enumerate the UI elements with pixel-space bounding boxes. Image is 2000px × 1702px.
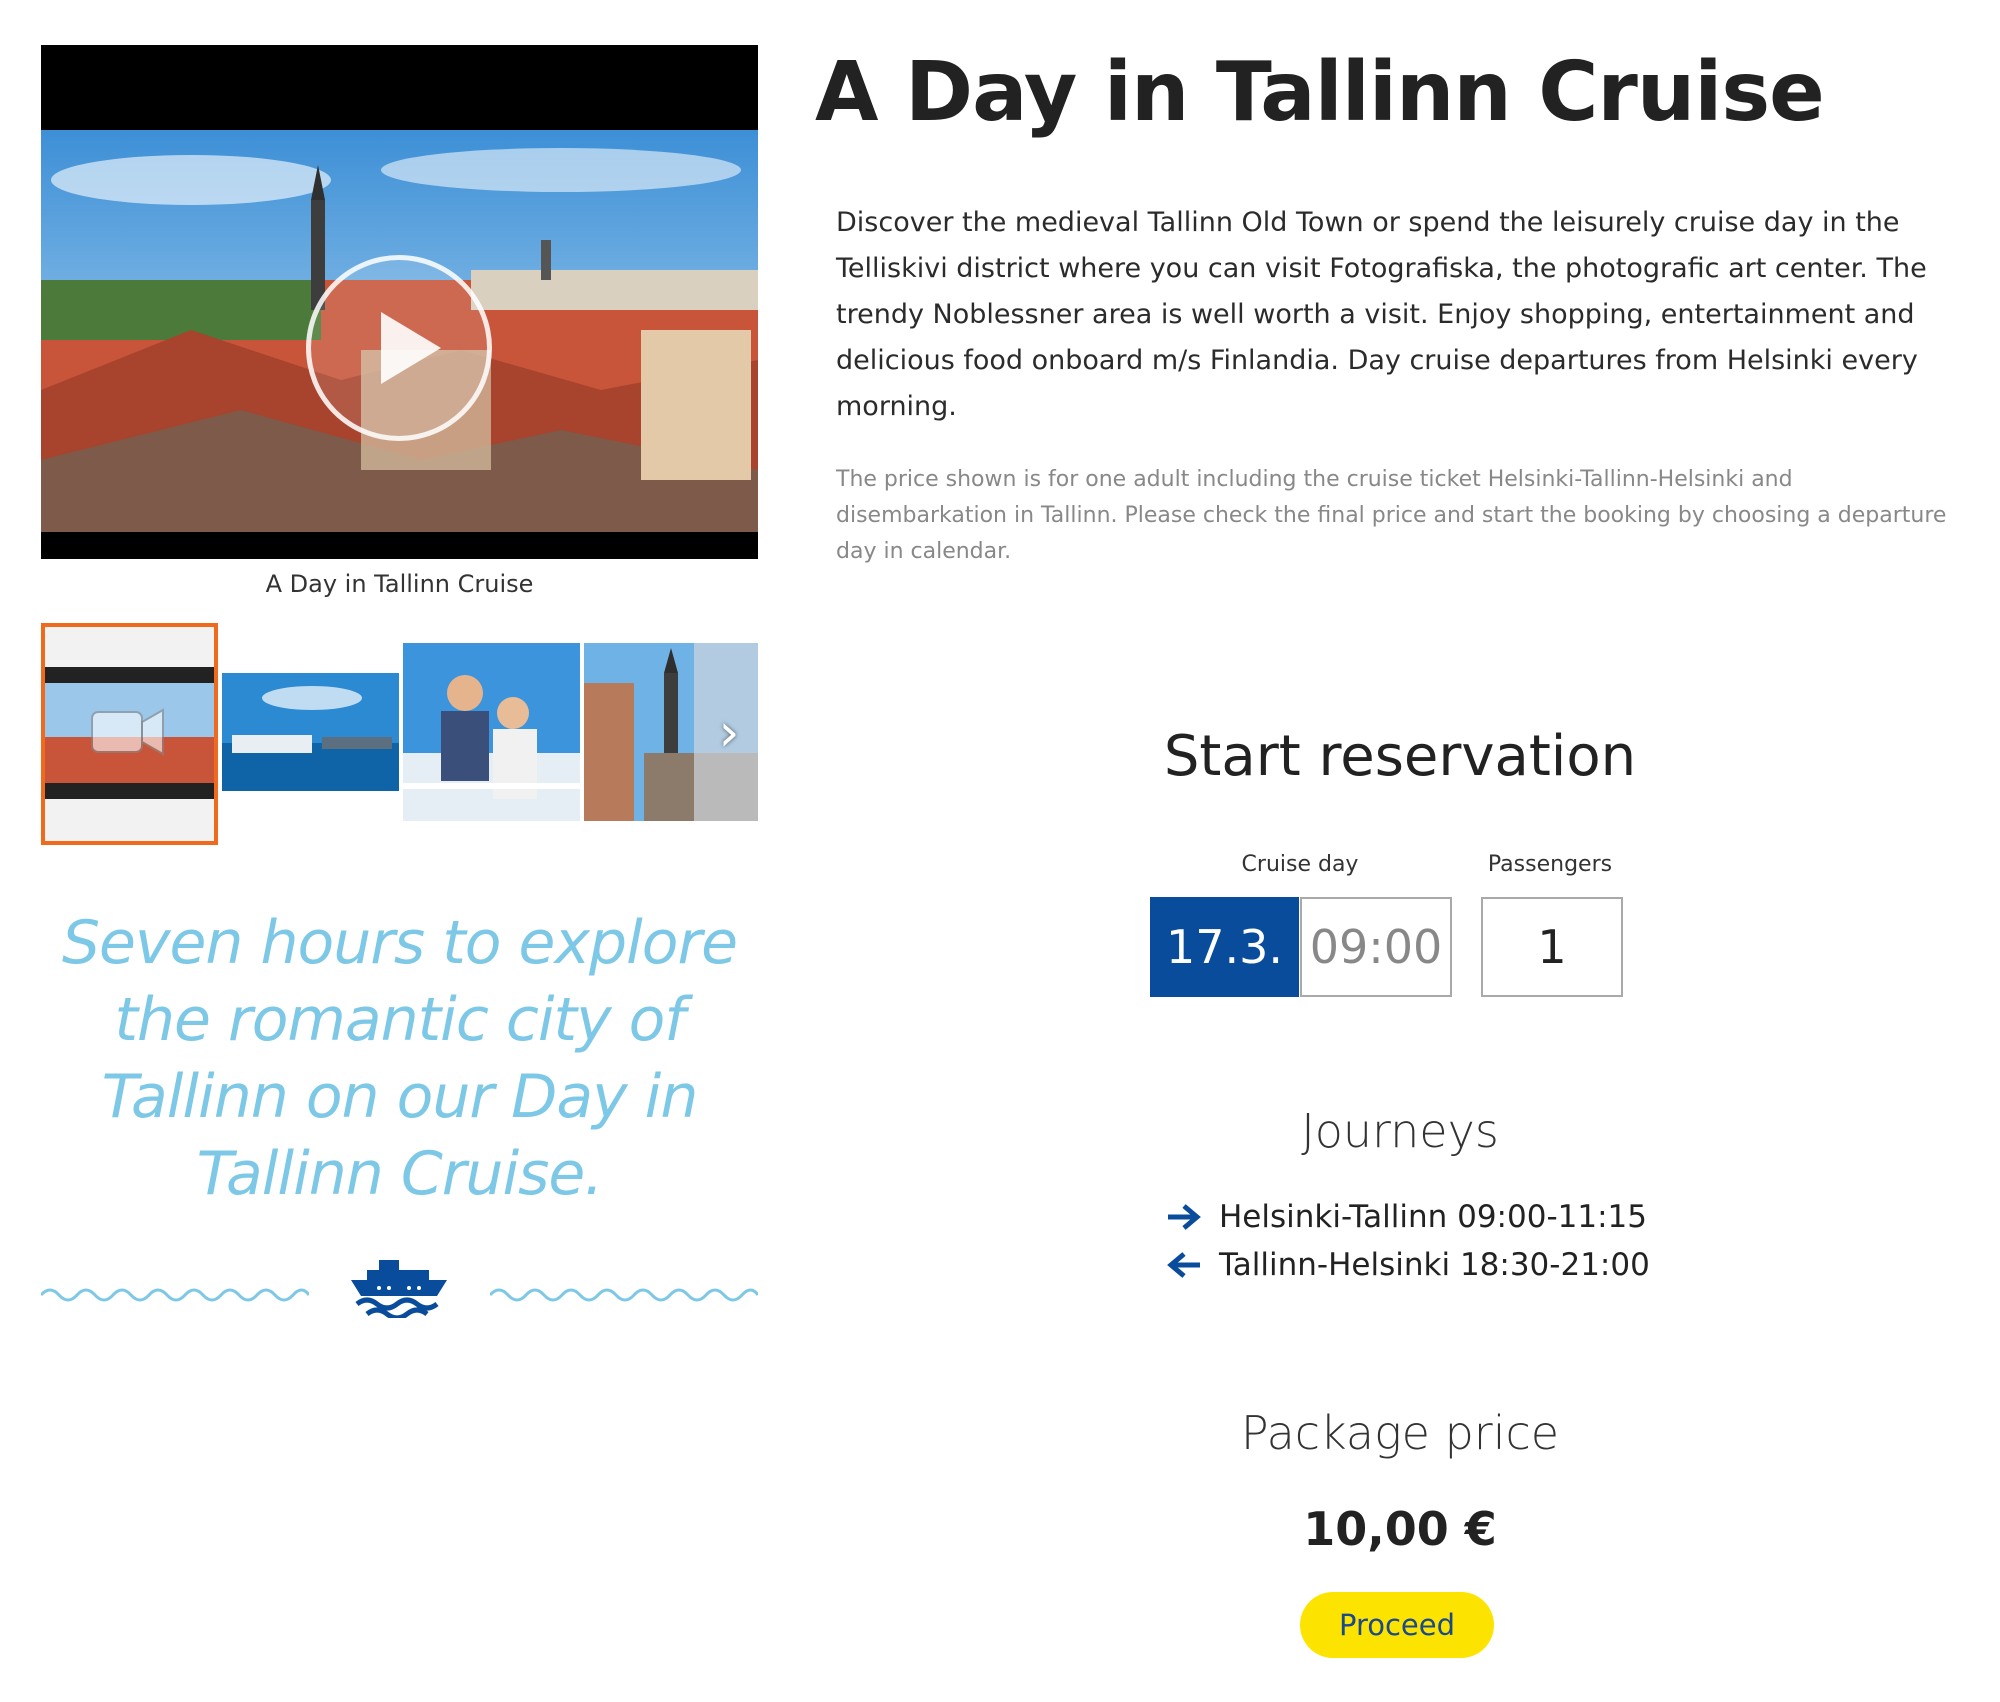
reservation-title: Start reservation — [1163, 724, 1637, 789]
couple-on-deck-image — [403, 643, 580, 821]
cruise-date-picker[interactable]: 17.3. — [1150, 897, 1299, 997]
video-player[interactable] — [41, 45, 758, 559]
journey-outbound: Helsinki-Tallinn 09:00-11:15 — [1166, 1197, 1766, 1237]
arrow-right-icon — [1168, 1204, 1201, 1230]
arrow-left-icon — [1167, 1252, 1200, 1278]
play-icon[interactable] — [306, 255, 492, 441]
cruise-time-picker[interactable]: 09:00 — [1300, 897, 1452, 997]
ship-logo-icon — [351, 1260, 447, 1318]
ship-harbor-image — [222, 673, 399, 791]
ship-harbor-photo[interactable] — [222, 673, 399, 791]
journey-outbound-text: Helsinki-Tallinn 09:00-11:15 — [1219, 1199, 1647, 1235]
video-thumbnail-image — [45, 627, 214, 841]
price-note: The price shown is for one adult includi… — [836, 467, 1947, 564]
proceed-button[interactable]: Proceed — [1300, 1592, 1494, 1658]
package-price-value: 10,00 € — [1303, 1502, 1497, 1556]
video-caption: A Day in Tallinn Cruise — [265, 570, 534, 598]
journey-return-text: Tallinn-Helsinki 18:30-21:00 — [1219, 1247, 1650, 1283]
product-description: Discover the medieval Tallinn Old Town o… — [836, 207, 1927, 422]
wave-decoration-right — [490, 1288, 758, 1302]
cruise-day-label: Cruise day — [1241, 852, 1359, 877]
passengers-label: Passengers — [1487, 852, 1613, 877]
journeys-title: Journeys — [1301, 1104, 1499, 1158]
page-title: A Day in Tallinn Cruise — [815, 45, 1825, 140]
passengers-input[interactable]: 1 — [1481, 897, 1623, 997]
journey-return: Tallinn-Helsinki 18:30-21:00 — [1166, 1245, 1766, 1285]
couple-on-deck-photo[interactable] — [403, 643, 580, 821]
wave-decoration-left — [41, 1288, 309, 1302]
tagline: Seven hours to explore the romantic city… — [61, 908, 738, 1209]
thumbnail-carousel: › — [41, 623, 758, 845]
chevron-right-icon[interactable]: › — [709, 693, 749, 773]
package-price-title: Package price — [1240, 1406, 1560, 1460]
video-thumbnail[interactable] — [41, 623, 218, 845]
